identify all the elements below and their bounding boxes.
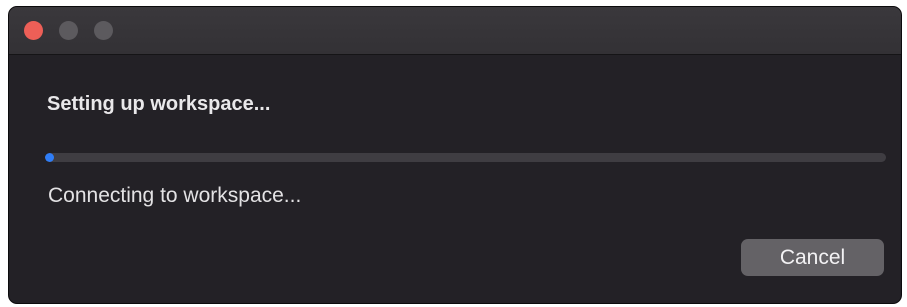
title-bar bbox=[9, 7, 901, 55]
status-text: Connecting to workspace... bbox=[48, 184, 302, 207]
minimize-window-button[interactable] bbox=[59, 21, 78, 40]
cancel-button[interactable]: Cancel bbox=[741, 239, 884, 276]
zoom-window-button[interactable] bbox=[94, 21, 113, 40]
dialog-title: Setting up workspace... bbox=[47, 93, 271, 115]
progress-bar bbox=[45, 153, 886, 162]
close-window-button[interactable] bbox=[24, 21, 43, 40]
setup-dialog-window: Setting up workspace... Connecting to wo… bbox=[8, 6, 902, 304]
progress-bar-fill bbox=[45, 153, 54, 162]
